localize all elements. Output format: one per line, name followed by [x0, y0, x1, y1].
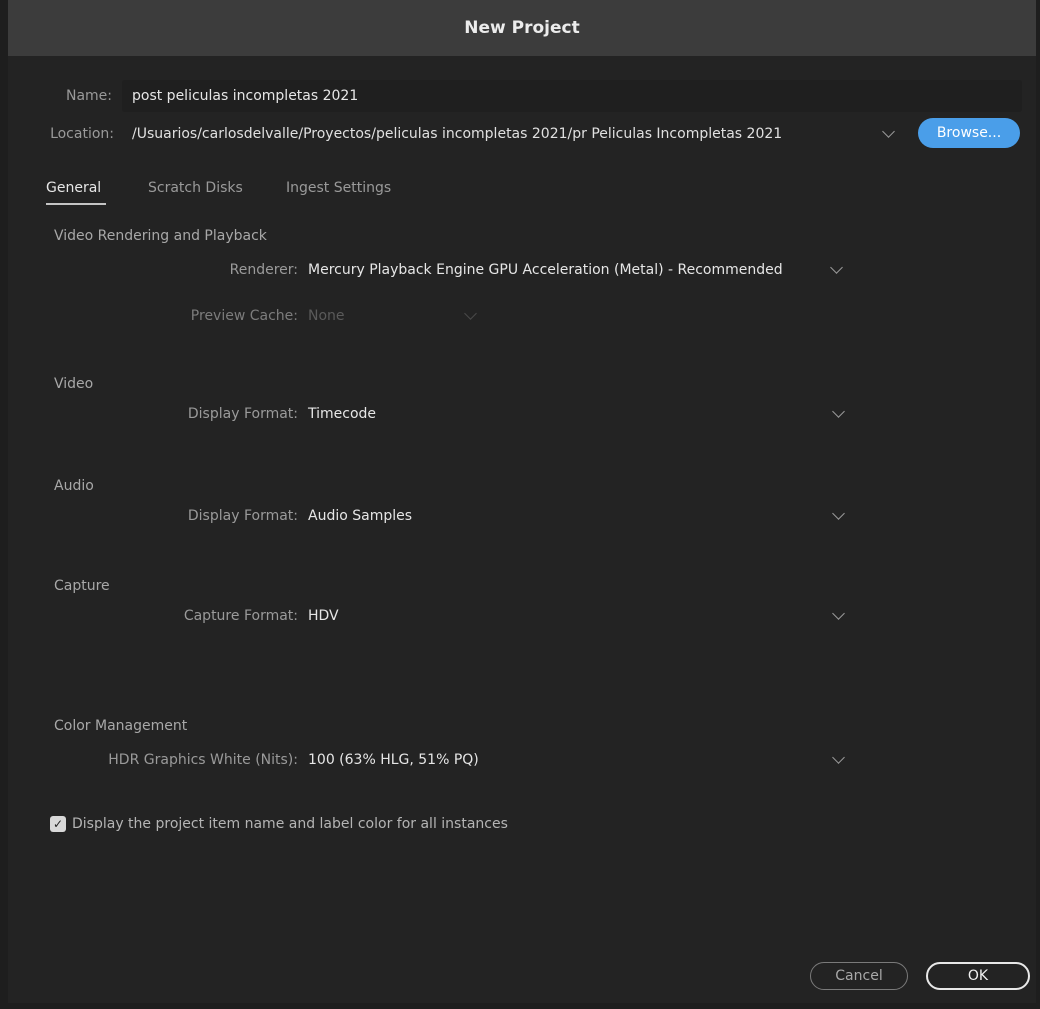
- video-display-format-value: Timecode: [308, 406, 377, 422]
- hdr-graphics-white-value: 100 (63% HLG, 51% PQ): [308, 752, 479, 768]
- hdr-graphics-white-select[interactable]: 100 (63% HLG, 51% PQ): [306, 744, 846, 774]
- location-select[interactable]: /Usuarios/carlosdelvalle/Proyectos/pelic…: [128, 120, 908, 150]
- capture-format-label: Capture Format:: [183, 608, 298, 624]
- location-value: /Usuarios/carlosdelvalle/Proyectos/pelic…: [132, 126, 783, 142]
- display-label-color-checkbox[interactable]: ✓: [50, 816, 66, 832]
- capture-heading: Capture: [54, 578, 110, 594]
- audio-display-format-value: Audio Samples: [308, 508, 413, 524]
- preview-cache-label: Preview Cache:: [190, 308, 298, 324]
- renderer-value: Mercury Playback Engine GPU Acceleration…: [308, 262, 783, 278]
- tab-scratch-disks[interactable]: Scratch Disks: [148, 180, 243, 196]
- title-bar[interactable]: New Project: [8, 0, 1036, 56]
- renderer-select[interactable]: Mercury Playback Engine GPU Acceleration…: [306, 254, 846, 284]
- capture-format-value: HDV: [308, 608, 339, 624]
- video-display-format-label: Display Format:: [187, 406, 298, 422]
- video-rendering-heading: Video Rendering and Playback: [54, 228, 267, 244]
- preview-cache-select: None: [306, 300, 486, 330]
- capture-format-select[interactable]: HDV: [306, 600, 846, 630]
- cancel-button[interactable]: Cancel: [810, 962, 908, 990]
- color-management-heading: Color Management: [54, 718, 188, 734]
- location-label: Location:: [50, 126, 114, 142]
- audio-display-format-select[interactable]: Audio Samples: [306, 500, 846, 530]
- checkmark-icon: ✓: [52, 817, 64, 831]
- active-tab-indicator: [46, 203, 106, 205]
- chevron-down-icon: [882, 125, 895, 138]
- audio-heading: Audio: [54, 478, 94, 494]
- tab-ingest-settings[interactable]: Ingest Settings: [286, 180, 391, 196]
- preview-cache-value: None: [308, 308, 345, 324]
- chevron-down-icon: [464, 307, 477, 320]
- display-label-color-label: Display the project item name and label …: [72, 816, 508, 832]
- chevron-down-icon: [832, 507, 845, 520]
- name-input[interactable]: [122, 80, 1022, 112]
- video-heading: Video: [54, 376, 94, 392]
- chevron-down-icon: [832, 751, 845, 764]
- video-display-format-select[interactable]: Timecode: [306, 398, 846, 428]
- hdr-graphics-white-label: HDR Graphics White (Nits):: [108, 752, 298, 768]
- audio-display-format-label: Display Format:: [187, 508, 298, 524]
- new-project-dialog: New Project Name: Location: /Usuarios/ca…: [8, 0, 1036, 1003]
- renderer-label: Renderer:: [229, 262, 298, 278]
- chevron-down-icon: [830, 261, 843, 274]
- chevron-down-icon: [832, 607, 845, 620]
- tab-general[interactable]: General: [46, 180, 101, 196]
- dialog-title: New Project: [464, 18, 580, 38]
- browse-button[interactable]: Browse...: [918, 118, 1020, 148]
- name-field[interactable]: [122, 80, 1022, 112]
- name-label: Name:: [65, 88, 112, 104]
- chevron-down-icon: [832, 405, 845, 418]
- ok-button[interactable]: OK: [926, 962, 1030, 990]
